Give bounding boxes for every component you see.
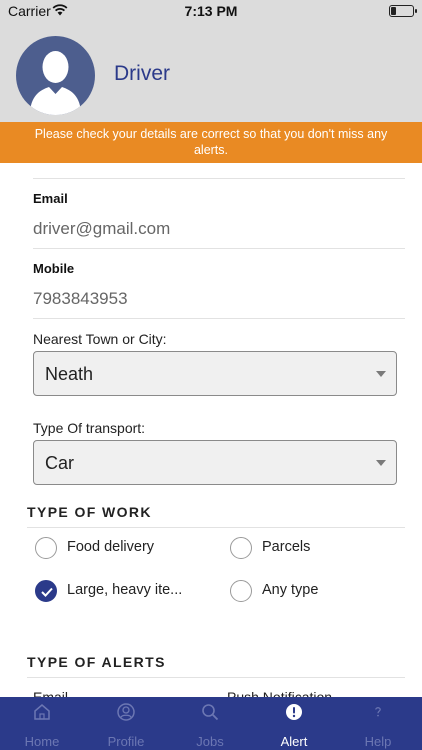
divider [33,178,405,179]
tab-jobs[interactable]: Jobs [168,697,252,750]
option-label: Food delivery [67,539,155,555]
home-icon [34,704,50,720]
work-option-any-type[interactable]: Any type [230,580,380,604]
radio-button[interactable] [230,580,252,602]
transport-type-select[interactable]: Car [33,440,397,485]
email-label: Email [33,191,68,206]
transport-type-value: Car [45,453,75,473]
work-option-large-heavy[interactable]: Large, heavy ite... [35,580,215,604]
radio-button[interactable] [230,537,252,559]
work-option-parcels[interactable]: Parcels [230,537,380,561]
profile-header: Driver [0,22,422,122]
checkmark-icon [41,587,53,597]
type-of-work-title: TYPE OF WORK [27,504,152,520]
type-of-alerts-title: TYPE OF ALERTS [27,654,166,670]
chevron-down-icon [376,371,386,377]
option-label: Large, heavy ite... [67,582,183,598]
divider [27,677,405,678]
avatar[interactable] [16,36,95,115]
radio-button-checked[interactable] [35,580,57,602]
nearest-town-select[interactable]: Neath [33,351,397,396]
divider [33,248,405,249]
details-notice-banner: Please check your details are correct so… [0,122,422,163]
divider [33,318,405,319]
tab-label: Jobs [196,734,224,749]
work-option-food-delivery[interactable]: Food delivery [35,537,215,561]
email-field[interactable]: driver@gmail.com [33,219,170,239]
profile-icon [117,703,135,721]
tab-label: Home [24,734,60,749]
battery-icon [389,5,417,17]
divider [27,527,405,528]
help-icon [375,707,381,717]
person-silhouette-icon [30,51,81,115]
chevron-down-icon [376,460,386,466]
radio-button[interactable] [35,537,57,559]
tab-help[interactable]: Help [336,697,420,750]
tab-profile[interactable]: Profile [84,697,168,750]
transport-type-label: Type Of transport: [33,420,146,436]
nearest-town-value: Neath [45,364,94,384]
tab-home[interactable]: Home [0,697,84,750]
bottom-tab-bar: Home Profile Jobs Alert Help [0,697,422,750]
status-time: 7:13 PM [184,3,238,19]
tab-label: Alert [280,734,308,749]
search-icon [202,704,219,721]
alert-icon [286,704,302,720]
mobile-field[interactable]: 7983843953 [33,289,128,309]
driver-name: Driver [114,62,170,85]
status-bar: Carrier 7:13 PM [0,0,422,22]
alert-option-push[interactable]: Push Notification [227,688,332,697]
option-label: Parcels [262,539,311,555]
tab-label: Help [364,734,392,749]
mobile-label: Mobile [33,261,75,276]
tab-alert[interactable]: Alert [252,697,336,750]
option-label: Any type [262,582,319,598]
alert-option-email[interactable]: Email [33,688,68,697]
nearest-town-label: Nearest Town or City: [33,331,167,347]
tab-label: Profile [107,734,145,749]
